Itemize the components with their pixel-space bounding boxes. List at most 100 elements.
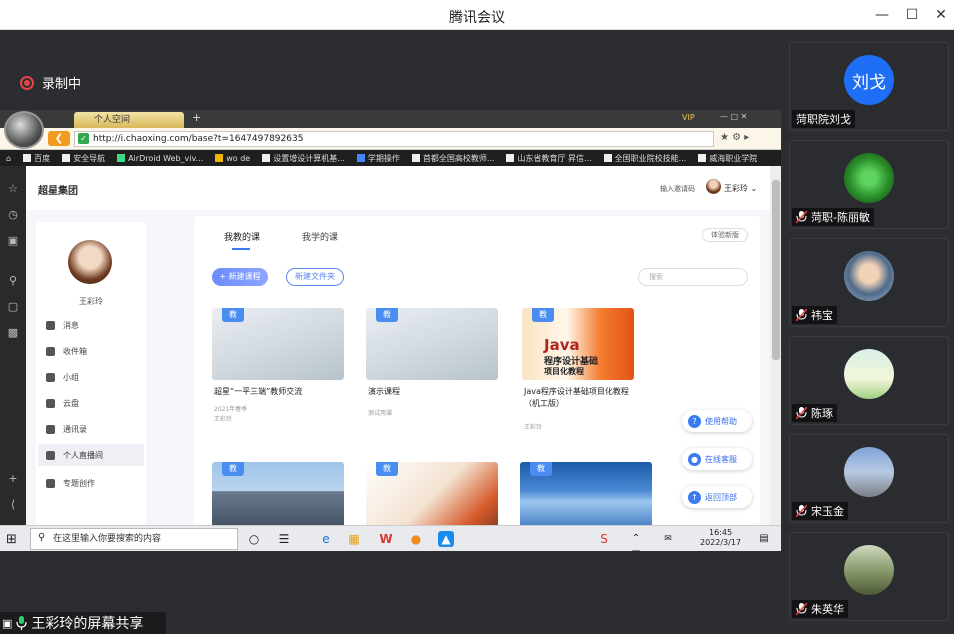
tray-icons[interactable]: ⌃ □ <box>628 531 644 551</box>
participant-name: 菏职院刘戈 <box>796 113 851 126</box>
maximize-icon[interactable]: ☐ <box>901 5 923 25</box>
invite-code-link[interactable]: 输入邀请码 <box>660 184 695 194</box>
participant-name-tag: 菏职-陈丽敏 <box>792 208 874 226</box>
bookmark-item[interactable]: 百度 <box>23 153 50 164</box>
browser-window-controls[interactable]: — □ ✕ <box>720 112 747 121</box>
participant-tile[interactable]: 刘戈 菏职院刘戈 <box>789 42 949 131</box>
participant-name-tag: 宋玉金 <box>792 502 848 520</box>
cover-subtitle2: 项目化教程 <box>544 367 584 376</box>
experience-new-button[interactable]: 体验新版 <box>702 228 748 242</box>
taskbar-clock[interactable]: 16:45 2022/3/17 <box>700 528 741 548</box>
menu-item-inbox[interactable]: 收件箱 <box>46 340 146 362</box>
address-bar[interactable]: http://i.chaoxing.com/base?t=16474978926… <box>74 131 714 147</box>
home-icon[interactable]: ⌂ <box>6 154 11 163</box>
avatar[interactable] <box>706 179 721 194</box>
inbox-icon[interactable]: ▣ <box>6 234 20 248</box>
new-course-button[interactable]: + 新建课程 <box>212 268 268 286</box>
back-to-top-button[interactable]: ↑ 返回顶部 <box>682 486 752 508</box>
bookmark-item[interactable]: AirDroid Web_viv... <box>117 154 203 163</box>
collapse-icon[interactable]: ⟨ <box>6 498 20 512</box>
course-card[interactable]: Java 程序设计基础 项目化教程 教 Java程序设计基础项目化教程（机工版）… <box>522 308 654 438</box>
bookmark-item[interactable]: 安全导航 <box>62 153 105 164</box>
tray-app-icon[interactable]: S <box>596 531 612 547</box>
user-name: 王彩玲 <box>724 184 748 193</box>
course-card[interactable]: 教 超星“一平三端”教师交流 2021年春季 王彩玲 <box>212 308 344 438</box>
star-icon[interactable]: ☆ <box>6 182 20 196</box>
task-view-icon[interactable]: ○ <box>246 531 262 547</box>
menu-item-messages[interactable]: 消息 <box>46 314 146 336</box>
new-folder-button[interactable]: 新建文件夹 <box>286 268 344 286</box>
participant-tile[interactable]: 祎宝 <box>789 238 949 327</box>
wps-icon[interactable]: W <box>378 531 394 547</box>
system-tray-icons[interactable]: ✉ ☁ <box>660 531 676 551</box>
profile-avatar[interactable] <box>68 240 112 284</box>
teacher-badge: 教 <box>532 308 554 322</box>
tab-teaching[interactable]: 我教的课 <box>224 230 260 243</box>
headset-icon: ● <box>688 452 701 466</box>
minimize-icon[interactable]: — <box>871 5 893 25</box>
participant-tile[interactable]: 陈琢 <box>789 336 949 425</box>
course-card[interactable]: 教 <box>520 462 652 525</box>
help-label: 使用帮助 <box>705 416 737 426</box>
participant-tile[interactable]: 朱英华 <box>789 532 949 621</box>
tab-learning[interactable]: 我学的课 <box>302 230 338 243</box>
avatar <box>844 153 894 203</box>
menu-item-cloud[interactable]: 云盘 <box>46 392 146 414</box>
course-title[interactable]: Java程序设计基础项目化教程（机工版） <box>524 386 644 410</box>
meeting-app-icon[interactable]: ▲ <box>438 531 454 547</box>
bookmarks-bar: ⌂ 百度 安全导航 AirDroid Web_viv... wo de 设置增设… <box>0 150 781 166</box>
course-card[interactable]: 教 <box>212 462 344 525</box>
help-button[interactable]: ? 使用帮助 <box>682 410 752 432</box>
browser-toolbar-icons[interactable]: ★ ⚙ ▸ <box>720 132 749 143</box>
participant-tile[interactable]: 菏职-陈丽敏 <box>789 140 949 229</box>
vip-label[interactable]: VIP <box>682 113 695 122</box>
back-button[interactable]: ❮ <box>48 131 70 146</box>
search-icon[interactable]: ⚲ <box>6 274 20 288</box>
course-card[interactable]: 教 演示课程 测试用课 <box>366 308 498 438</box>
title-bar: 腾讯会议 — ☐ ✕ <box>0 0 954 30</box>
folder-icon[interactable]: ▦ <box>346 531 362 547</box>
tab-personal-space[interactable]: 个人空间 <box>74 112 184 128</box>
customer-service-button[interactable]: ● 在线客服 <box>682 448 752 470</box>
bookmark-item[interactable]: 学期操作 <box>356 153 400 164</box>
cortana-icon[interactable]: ☰ <box>276 531 292 547</box>
menu-item-groups[interactable]: 小组 <box>46 366 146 388</box>
bookmark-item[interactable]: 设置增设计算机基... <box>262 153 345 164</box>
menu-item-contacts[interactable]: 通讯录 <box>46 418 146 440</box>
avatar <box>844 545 894 595</box>
participant-name-tag: 菏职院刘戈 <box>792 110 855 128</box>
browser-nav-bar: ❮ http://i.chaoxing.com/base?t=164749789… <box>0 128 781 150</box>
bookmark-item[interactable]: 威海职业学院 <box>698 153 757 164</box>
brand-label[interactable]: 超星集团 <box>38 182 78 197</box>
windows-start-icon[interactable]: ⊞ <box>6 532 17 547</box>
course-card[interactable]: 教 <box>366 462 498 525</box>
participant-name: 宋玉金 <box>811 505 844 518</box>
menu-item-live[interactable]: 个人直播间 <box>38 444 144 466</box>
menu-item-topic[interactable]: 专题创作 <box>46 472 146 494</box>
gamepad-icon[interactable]: ▩ <box>6 326 20 340</box>
edge-icon[interactable]: e <box>318 531 334 547</box>
recording-indicator[interactable]: 录制中 <box>20 73 81 92</box>
notification-icon[interactable]: ▤ <box>756 531 772 547</box>
bookmark-item[interactable]: 全国职业院校技能... <box>603 153 686 164</box>
add-icon[interactable]: + <box>6 472 20 486</box>
user-menu[interactable]: 王彩玲 ⌄ <box>724 183 757 194</box>
browser-app-icon[interactable]: ● <box>408 531 424 547</box>
course-search-input[interactable]: 搜索 <box>638 268 748 286</box>
taskbar-search-input[interactable]: 在这里输入你要搜索的内容 <box>30 528 238 550</box>
bag-icon[interactable]: ▢ <box>6 300 20 314</box>
bookmark-item[interactable]: 首都全国高校教师... <box>411 153 494 164</box>
course-title[interactable]: 超星“一平三端”教师交流 <box>214 386 346 398</box>
avatar: 刘戈 <box>844 55 894 105</box>
course-title[interactable]: 演示课程 <box>368 386 500 398</box>
bookmark-item[interactable]: 山东省教育厅 昇信... <box>506 153 592 164</box>
clock-icon[interactable]: ◷ <box>6 208 20 222</box>
new-tab-icon[interactable]: + <box>192 111 201 124</box>
avatar <box>844 349 894 399</box>
bell-icon <box>46 320 55 330</box>
close-icon[interactable]: ✕ <box>930 5 952 25</box>
bookmark-item[interactable]: wo de <box>215 154 250 163</box>
scrollbar-thumb[interactable] <box>772 180 780 360</box>
participant-tile[interactable]: 宋玉金 <box>789 434 949 523</box>
search-icon: ⚲ <box>38 532 46 543</box>
